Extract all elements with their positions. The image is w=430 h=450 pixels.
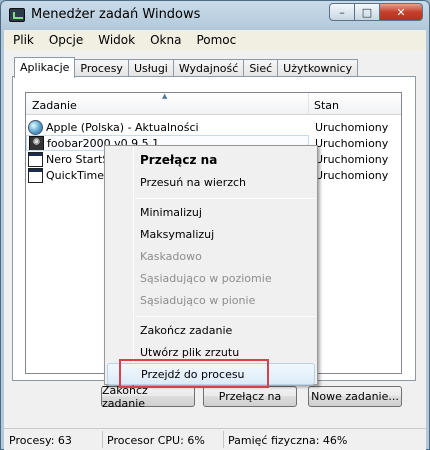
task-name: QuickTimeP <box>46 168 111 182</box>
table-row[interactable]: Apple (Polska) - Aktualności Uruchomiony <box>26 119 401 135</box>
task-status: Uruchomiony <box>315 120 389 134</box>
status-divider <box>223 431 224 448</box>
window-controls: – □ ✕ <box>329 3 423 21</box>
column-header-status[interactable]: Stan <box>309 93 339 114</box>
status-bar: Procesy: 63 Procesor CPU: 6% Pamięć fizy… <box>4 428 426 450</box>
close-button[interactable]: ✕ <box>379 3 423 21</box>
task-name: Apple (Polska) - Aktualności <box>46 120 199 134</box>
foobar-icon: ✺ <box>29 136 44 150</box>
menu-plik[interactable]: Plik <box>4 33 40 47</box>
task-status: Uruchomiony <box>315 168 389 182</box>
menu-item-minimize[interactable]: Minimalizuj <box>107 201 315 223</box>
sort-arrow-icon: ▲ <box>162 92 168 100</box>
menu-item-tile-horizontal: Sąsiadująco w poziomie <box>140 271 272 285</box>
tab-uzytkownicy[interactable]: Użytkownicy <box>277 59 359 77</box>
menu-widok[interactable]: Widok <box>89 33 141 47</box>
title-bar[interactable]: Menedżer zadań Windows – □ ✕ <box>1 1 429 29</box>
switch-to-button[interactable]: Przełącz na <box>203 386 297 407</box>
list-header: ▲ Zadanie Stan <box>26 93 401 115</box>
menu-item-end-task[interactable]: Zakończ zadanie <box>107 319 315 341</box>
highlight-annotation-box <box>119 359 269 388</box>
menu-item-tile-vertical: Sąsiadująco w pionie <box>140 293 256 307</box>
tab-aplikacje[interactable]: Aplikacje <box>14 57 76 78</box>
tab-procesy[interactable]: Procesy <box>74 59 129 77</box>
end-task-button[interactable]: Zakończ zadanie <box>101 384 195 410</box>
menu-pomoc[interactable]: Pomoc <box>187 33 242 47</box>
tab-strip: Aplikacje Procesy Usługi Wydajność Sieć … <box>14 57 359 78</box>
window-title: Menedżer zadań Windows <box>31 7 201 22</box>
menu-item-cascade: Kaskadowo <box>140 249 202 263</box>
tab-siec[interactable]: Sieć <box>243 59 279 77</box>
column-header-task[interactable]: ▲ Zadanie <box>26 93 309 114</box>
tab-uslugi[interactable]: Usługi <box>127 59 174 77</box>
status-memory: Pamięć fizyczna: 46% <box>228 434 348 447</box>
task-name: Nero StartS <box>46 152 110 166</box>
minimize-button[interactable]: – <box>329 3 355 21</box>
context-menu: Przełącz na Przesuń na wierzch Minimaliz… <box>104 145 318 385</box>
menu-okna[interactable]: Okna <box>141 33 187 47</box>
globe-icon <box>28 119 43 135</box>
task-manager-icon <box>9 8 25 22</box>
tab-wydajnosc[interactable]: Wydajność <box>172 59 245 77</box>
menu-opcje[interactable]: Opcje <box>40 33 89 47</box>
column-header-status-label: Stan <box>314 99 340 112</box>
new-task-button[interactable]: Nowe zadanie... <box>308 386 402 407</box>
menu-item-maximize[interactable]: Maksymalizuj <box>107 223 315 245</box>
status-cpu: Procesor CPU: 6% <box>107 434 205 447</box>
menu-item-bring-to-front[interactable]: Przesuń na wierzch <box>107 171 315 193</box>
maximize-button[interactable]: □ <box>354 3 380 21</box>
menu-separator <box>135 316 315 317</box>
menu-item-switch-to[interactable]: Przełącz na <box>107 149 315 171</box>
window-icon <box>28 167 43 183</box>
status-processes: Procesy: 63 <box>9 434 72 447</box>
menu-bar: Plik Opcje Widok Okna Pomoc <box>4 30 426 50</box>
column-header-task-label: Zadanie <box>32 99 77 112</box>
task-status: Uruchomiony <box>315 136 389 150</box>
status-divider <box>102 431 103 448</box>
menu-separator <box>135 198 315 199</box>
window-icon <box>28 151 43 167</box>
task-status: Uruchomiony <box>315 152 389 166</box>
